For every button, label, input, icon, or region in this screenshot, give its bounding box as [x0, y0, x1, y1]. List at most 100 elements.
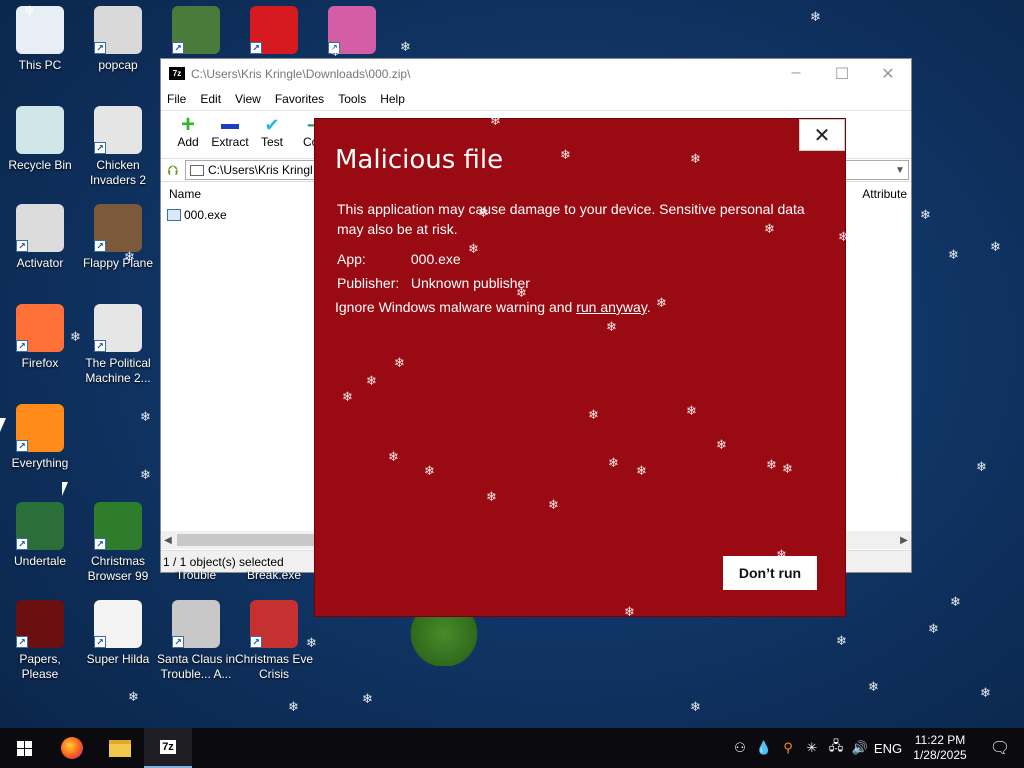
desktop-icon[interactable]: ↗ — [312, 6, 392, 58]
taskbar-file-explorer[interactable] — [96, 728, 144, 768]
desktop-icon[interactable]: ↗ Papers, Please — [0, 600, 80, 682]
snowflake-icon: ❄ — [362, 692, 373, 707]
shortcut-arrow-icon: ↗ — [94, 240, 106, 252]
desktop-icon[interactable]: This PC — [0, 6, 80, 73]
dialog-message: This application may cause damage to you… — [337, 201, 805, 237]
snowflake-icon: ❄ — [868, 680, 879, 695]
snowflake-icon: ❄ — [950, 595, 961, 610]
desktop-icon[interactable]: ↗ Flappy Plane — [78, 204, 158, 271]
desktop-icon[interactable]: ↗ Firefox — [0, 304, 80, 371]
clock[interactable]: 11:22 PM 1/28/2025 — [904, 733, 976, 763]
file-name: 000.exe — [184, 208, 227, 222]
taskbar-firefox[interactable] — [48, 728, 96, 768]
desktop-icon[interactable]: ↗ Santa Claus in Trouble... A... — [156, 600, 236, 682]
political-machine-icon: ↗ — [94, 304, 142, 352]
7zip-logo-icon: 7z — [169, 67, 185, 80]
dialog-close-button[interactable]: ✕ — [799, 119, 845, 151]
snowflake-icon: ❄ — [920, 208, 931, 223]
shortcut-arrow-icon: ↗ — [250, 636, 262, 648]
desktop-icon-label: Super Hilda — [86, 652, 150, 666]
run-anyway-link[interactable]: run anyway — [576, 299, 647, 315]
menu-tools[interactable]: Tools — [338, 92, 366, 106]
anime-game-icon: ↗ — [172, 6, 220, 54]
column-attributes[interactable]: Attribute — [862, 187, 907, 201]
papers-please-icon: ↗ — [16, 600, 64, 648]
snowflake-icon: ❄ — [288, 700, 299, 715]
computer-icon — [16, 6, 64, 54]
desktop-icon[interactable]: ↗ — [234, 6, 314, 58]
desktop-icon-label: Activator — [16, 256, 64, 270]
menu-help[interactable]: Help — [380, 92, 405, 106]
chevron-down-icon[interactable]: ▼ — [892, 165, 908, 176]
network-icon[interactable]: 🖧 — [824, 737, 848, 759]
shortcut-arrow-icon: ↗ — [94, 538, 106, 550]
snowflake-icon: ❄ — [990, 240, 1001, 255]
taskbar-7zip[interactable]: 7z — [144, 728, 192, 768]
column-name[interactable]: Name — [169, 187, 201, 201]
desktop-icon[interactable]: ↗ Chicken Invaders 2 — [78, 106, 158, 188]
test-button[interactable]: ✔ Test — [251, 115, 293, 149]
snowflake-icon: ❄ — [928, 622, 939, 637]
extract-label: Extract — [211, 135, 249, 149]
menu-view[interactable]: View — [235, 92, 261, 106]
desktop-icon-label: Santa Claus in Trouble... A... — [156, 652, 236, 681]
snowflake-icon: ❄ — [976, 460, 987, 475]
desktop-icon[interactable]: ↗ Super Hilda — [78, 600, 158, 667]
desktop-icon[interactable]: ↗ popcap — [78, 6, 158, 73]
snowflake-icon: ❄ — [948, 248, 959, 263]
volume-icon[interactable]: 🔊 — [848, 740, 872, 756]
shortcut-arrow-icon: ↗ — [16, 340, 28, 352]
shortcut-arrow-icon: ↗ — [94, 340, 106, 352]
desktop-icon[interactable]: Recycle Bin — [0, 106, 80, 173]
undertale-icon: ↗ — [16, 502, 64, 550]
maximize-button[interactable]: ☐ — [819, 64, 865, 84]
shortcut-arrow-icon: ↗ — [16, 636, 28, 648]
search-tool-icon[interactable]: ⚲ — [776, 740, 800, 756]
folder-icon — [109, 739, 131, 757]
desktop-icon-label: Christmas Eve Crisis — [234, 652, 314, 681]
menu-file[interactable]: File — [167, 92, 186, 106]
shortcut-arrow-icon: ↗ — [16, 240, 28, 252]
desktop-icon-label: Christmas Browser 99 — [87, 554, 149, 583]
address-text: C:\Users\Kris Kringl — [208, 163, 313, 177]
close-button[interactable]: ✕ — [865, 64, 911, 84]
clock-time: 11:22 PM — [914, 733, 966, 747]
start-button[interactable] — [0, 728, 48, 768]
language-indicator[interactable]: ENG — [872, 741, 904, 756]
desktop-icon[interactable]: ↗ Activator — [0, 204, 80, 271]
droplet-icon[interactable]: 💧 — [752, 740, 776, 756]
add-button[interactable]: + Add — [167, 113, 209, 150]
super-hilda-icon: ↗ — [94, 600, 142, 648]
people-icon[interactable]: ⚇ — [728, 740, 752, 756]
christmas-tree-decoration — [400, 612, 488, 666]
desktop-icon[interactable]: ↗ Christmas Browser 99 — [78, 502, 158, 584]
popcap-icon: ↗ — [94, 6, 142, 54]
menu-edit[interactable]: Edit — [200, 92, 221, 106]
publisher-label: Publisher: — [337, 275, 400, 291]
scrollbar-thumb[interactable] — [177, 534, 317, 546]
shortcut-arrow-icon: ↗ — [94, 42, 106, 54]
extract-button[interactable]: Extract — [209, 115, 251, 149]
minimize-button[interactable]: – — [773, 64, 819, 84]
dont-run-button[interactable]: Don’t run — [723, 556, 817, 590]
desktop-icon[interactable]: ↗ Undertale — [0, 502, 80, 569]
ignore-warning-text: Ignore Windows malware warning and run a… — [335, 299, 651, 315]
snowflake-tray-icon[interactable]: ✳ — [800, 740, 824, 756]
ignore-text: Ignore Windows malware warning and — [335, 299, 577, 315]
scroll-right-icon[interactable]: ▶ — [897, 535, 911, 546]
ignore-suffix: . — [646, 299, 651, 315]
app-label: App: — [337, 251, 366, 267]
desktop-icon-label: Undertale — [13, 554, 67, 568]
desktop-icon[interactable]: ↗ — [156, 6, 236, 58]
windows-logo-icon — [16, 740, 32, 756]
desktop-icon-label: Firefox — [21, 356, 59, 370]
desktop-icon[interactable]: ↗ Christmas Eve Crisis — [234, 600, 314, 682]
desktop-icon[interactable]: ↗ Everything — [0, 404, 80, 471]
scroll-left-icon[interactable]: ◀ — [161, 535, 175, 546]
notification-icon[interactable]: 🗨 — [976, 738, 1024, 758]
shortcut-arrow-icon: ↗ — [94, 636, 106, 648]
desktop-icon[interactable]: ↗ The Political Machine 2... — [78, 304, 158, 386]
up-folder-icon[interactable]: ⮉ — [161, 162, 185, 179]
title-bar[interactable]: 7z C:\Users\Kris Kringle\Downloads\000.z… — [161, 59, 911, 88]
menu-favorites[interactable]: Favorites — [275, 92, 324, 106]
